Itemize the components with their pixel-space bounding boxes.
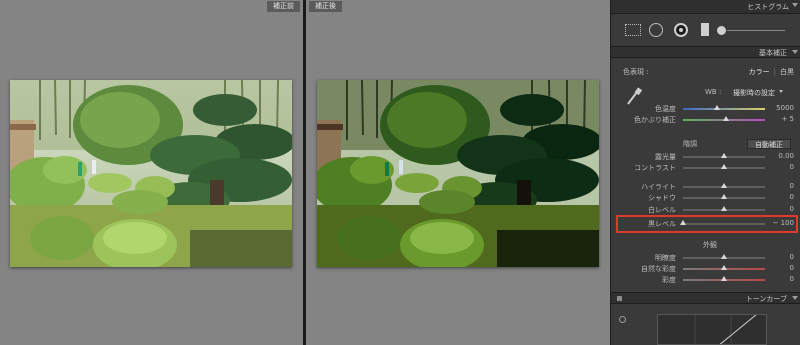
slider-thumb[interactable] [721, 254, 727, 259]
whites-value[interactable]: 0 [790, 205, 794, 213]
before-photo [10, 80, 292, 267]
clarity-label: 明瞭度 [655, 254, 676, 262]
shadows-value[interactable]: 0 [790, 193, 794, 201]
slider-thumb[interactable] [714, 105, 721, 110]
blacks-highlight-box [616, 215, 798, 233]
collapse-arrow-icon[interactable] [792, 3, 798, 7]
tab-color[interactable]: カラー [749, 68, 770, 76]
collapse-arrow-icon[interactable] [792, 50, 798, 54]
basic-section-title: 基本補正 [759, 49, 787, 57]
slider-thumb[interactable] [721, 194, 727, 199]
whites-label: 白レベル [648, 206, 676, 214]
wb-label: WB : [705, 88, 722, 96]
before-label: 補正前 [267, 1, 300, 12]
eyedropper-icon[interactable] [625, 86, 643, 106]
after-view[interactable]: 補正後 [306, 0, 610, 345]
collapse-arrow-icon[interactable] [792, 296, 798, 300]
spot-removal-icon[interactable] [649, 23, 663, 37]
temp-label: 色温度 [655, 105, 676, 113]
histogram-title: ヒストグラム [747, 3, 789, 11]
saturation-value[interactable]: 0 [790, 275, 794, 283]
tab-bw[interactable]: 白黒 [780, 68, 794, 76]
shadows-label: シャドウ [648, 194, 676, 202]
tone-curve-title: トーンカーブ [745, 295, 787, 303]
after-photo [317, 80, 599, 267]
tint-value[interactable]: + 5 [781, 115, 794, 123]
tool-strip [611, 18, 800, 44]
saturation-slider[interactable] [683, 276, 765, 281]
clarity-value[interactable]: 0 [790, 253, 794, 261]
after-label: 補正後 [309, 1, 342, 12]
vibrance-label: 自然な彩度 [641, 265, 676, 273]
exposure-value[interactable]: 0.00 [778, 152, 794, 160]
saturation-label: 彩度 [662, 276, 676, 284]
vibrance-value[interactable]: 0 [790, 264, 794, 272]
graduated-filter-icon[interactable] [701, 23, 709, 36]
contrast-value[interactable]: 0 [790, 163, 794, 171]
treatment-tabs: カラー | 白黒 [748, 68, 794, 76]
slider-thumb[interactable] [721, 164, 727, 169]
crop-overlay-icon[interactable] [625, 24, 641, 36]
wb-dropdown[interactable]: 撮影時の設定 [733, 88, 783, 98]
exposure-slider[interactable] [683, 153, 765, 158]
slider-thumb[interactable] [721, 153, 727, 158]
presence-label: 外観 [703, 241, 717, 249]
vibrance-slider[interactable] [683, 265, 765, 270]
clarity-slider[interactable] [683, 254, 765, 259]
slider-thumb[interactable] [722, 116, 729, 121]
red-eye-icon[interactable] [674, 23, 688, 37]
slider-thumb[interactable] [721, 265, 727, 270]
whites-slider[interactable] [683, 206, 765, 211]
highlights-label: ハイライト [641, 183, 676, 191]
auto-tone-button[interactable]: 自動補正 [747, 139, 791, 149]
tone-label: 階調 [683, 140, 697, 148]
shadows-slider[interactable] [683, 194, 765, 199]
highlights-value[interactable]: 0 [790, 182, 794, 190]
exposure-label: 露光量 [655, 153, 676, 161]
tone-curve-graph[interactable] [657, 314, 767, 345]
panel-toggle-icon[interactable] [617, 296, 622, 301]
treatment-label: 色表現 : [623, 68, 649, 76]
temp-slider[interactable] [683, 105, 765, 110]
slider-thumb[interactable] [721, 276, 727, 281]
before-view[interactable]: 補正前 [0, 0, 303, 345]
slider-thumb[interactable] [721, 206, 727, 211]
contrast-label: コントラスト [634, 164, 676, 172]
tint-slider[interactable] [683, 116, 765, 121]
basic-section-header[interactable]: 基本補正 [611, 46, 800, 58]
temp-value[interactable]: 5000 [776, 104, 794, 112]
slider-thumb[interactable] [721, 183, 727, 188]
tint-label: 色かぶり補正 [634, 116, 676, 124]
contrast-slider[interactable] [683, 164, 765, 169]
target-adjust-icon[interactable] [619, 316, 626, 323]
highlights-slider[interactable] [683, 183, 765, 188]
histogram-header[interactable]: ヒストグラム [611, 0, 800, 14]
tone-curve-header[interactable]: トーンカーブ [611, 292, 800, 304]
tool-slider-track[interactable] [727, 30, 785, 31]
develop-panel: ヒストグラム 基本補正 色表現 : カラー | 白黒 WB : 撮影時の設定 色温度… [610, 0, 800, 345]
adjustment-brush-icon[interactable] [717, 26, 726, 35]
